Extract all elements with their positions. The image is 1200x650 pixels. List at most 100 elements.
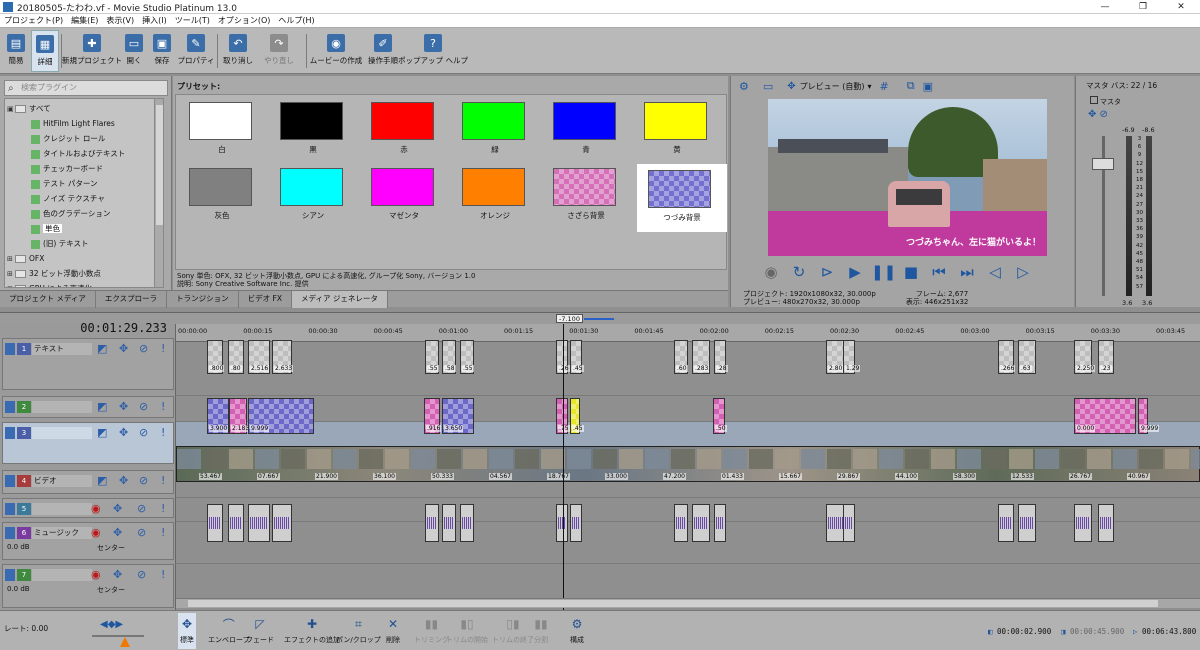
play-icon[interactable]: ▶: [843, 262, 867, 282]
track-header-4[interactable]: 4 ビデオ ◩ ✥ ⊘!: [2, 470, 174, 494]
preset-swatch[interactable]: 黒: [273, 98, 355, 158]
overlay-clip[interactable]: 9.999: [1138, 398, 1160, 434]
timeline-scrollbar[interactable]: [176, 598, 1200, 608]
audio-clip[interactable]: [1018, 504, 1036, 542]
master-fx-icon[interactable]: [1090, 96, 1098, 104]
edit-tool-trim-start[interactable]: ▮▯ トリムの開始: [446, 613, 488, 649]
preset-swatch[interactable]: 赤: [364, 98, 446, 158]
pause-icon[interactable]: ❚❚: [871, 262, 896, 282]
solo-icon[interactable]: !: [161, 503, 165, 515]
solo-icon[interactable]: !: [161, 427, 165, 439]
plugin-tree-item[interactable]: 色のグラデーション: [31, 206, 110, 221]
tab-2[interactable]: トランジション: [167, 291, 239, 308]
overlay-clip[interactable]: 3.900: [207, 398, 229, 434]
edit-tool-trim[interactable]: ▮▮ トリミング: [414, 613, 449, 649]
plugin-tree-item[interactable]: ノイズ テクスチャ: [31, 191, 105, 206]
audio-clip[interactable]: [556, 504, 568, 542]
toolbar-show-me-how-button[interactable]: ✐ 操作手順: [366, 30, 400, 72]
track-fx-icon[interactable]: ✥: [119, 343, 128, 355]
overlay-clip[interactable]: .45: [570, 398, 584, 434]
text-clip[interactable]: .266: [998, 340, 1016, 374]
timeline[interactable]: 00:00:00 00:00:15 00:00:30 00:00:45 00:01:00…: [176, 324, 1200, 614]
preset-swatch[interactable]: 青: [546, 98, 628, 158]
text-clip[interactable]: .283: [692, 340, 710, 374]
preset-swatch[interactable]: 黄: [637, 98, 719, 158]
preset-swatch[interactable]: さざら背景: [546, 164, 628, 224]
audio-clip[interactable]: [425, 504, 439, 542]
plugin-tree-item[interactable]: クレジット ロール: [31, 131, 105, 146]
loop-playback-icon[interactable]: ↻: [787, 262, 811, 282]
plugin-tree-item[interactable]: (旧) テキスト: [31, 236, 89, 251]
text-clip[interactable]: .55: [425, 340, 439, 374]
preview-fx-icon[interactable]: ✥: [787, 81, 795, 92]
tab-1[interactable]: エクスプローラ: [96, 291, 168, 308]
track-fx-icon[interactable]: ✥: [113, 569, 122, 581]
plugin-tree-item[interactable]: チェッカーボード: [31, 161, 103, 176]
master-fader-handle[interactable]: [1092, 158, 1114, 170]
track-header-2[interactable]: 2 ◩ ✥ ⊘!: [2, 396, 174, 418]
toolbar-open-folder-button[interactable]: ▭ 開く: [122, 30, 146, 72]
track-name[interactable]: ミュージック: [32, 527, 92, 539]
mute-icon[interactable]: ⊘: [137, 503, 146, 515]
audio-clip[interactable]: [460, 504, 474, 542]
preset-swatch[interactable]: マゼンタ: [364, 164, 446, 224]
overlay-clip[interactable]: 9.999: [248, 398, 314, 434]
track-collapse-icon[interactable]: [5, 475, 15, 487]
record-arm-icon[interactable]: ◉: [91, 569, 101, 581]
edit-tool-normal-edit[interactable]: ✥ 標準: [178, 613, 196, 649]
audio-clip[interactable]: [272, 504, 292, 542]
track-header-3[interactable]: 3 ◩ ✥ ⊘!: [2, 422, 174, 464]
menu-item-5[interactable]: オプション(O): [218, 15, 271, 26]
toolbar-layout-detail-button[interactable]: ▦ 詳細: [31, 30, 59, 72]
track-name[interactable]: [32, 569, 92, 581]
track-name[interactable]: [32, 401, 92, 413]
stop-icon[interactable]: ■: [899, 262, 923, 282]
chevron-down-icon[interactable]: ▾: [867, 82, 871, 91]
mute-icon[interactable]: ⊘: [139, 343, 148, 355]
track-motion-icon[interactable]: ◩: [97, 475, 107, 487]
track-name[interactable]: [32, 427, 92, 439]
track-header-1[interactable]: 1 テキスト ◩ ✥ ⊘!: [2, 338, 174, 390]
toolbar-undo-button[interactable]: ↶ 取り消し: [221, 30, 255, 72]
expand-toggle-icon[interactable]: ▣: [7, 102, 15, 117]
overlay-clip[interactable]: .916: [424, 398, 442, 434]
edit-tool-trim-end[interactable]: ▯▮ トリムの終了: [492, 613, 534, 649]
menu-item-0[interactable]: プロジェクト(P): [4, 15, 63, 26]
text-clip[interactable]: 2.516: [248, 340, 270, 374]
plugin-tree-item[interactable]: ▣ すべて: [7, 101, 51, 116]
overlay-clip[interactable]: 2.183: [229, 398, 251, 434]
text-clip[interactable]: .800: [207, 340, 225, 374]
copy-snapshot-icon[interactable]: ⧉: [907, 79, 915, 93]
plugin-tree-item[interactable]: ⊞ 32 ビット浮動小数点: [7, 266, 101, 281]
audio-clip[interactable]: [692, 504, 710, 542]
audio-clip[interactable]: [248, 504, 270, 542]
audio-clip[interactable]: [570, 504, 582, 542]
track-collapse-icon[interactable]: [5, 401, 15, 413]
track-motion-icon[interactable]: ◩: [97, 401, 107, 413]
track-name[interactable]: [32, 503, 92, 515]
text-clip[interactable]: .55: [460, 340, 474, 374]
menu-item-1[interactable]: 編集(E): [71, 15, 98, 26]
edit-tool-pan-crop[interactable]: ⌗ パン/クロップ: [336, 613, 381, 649]
edit-tool-settings-gear[interactable]: ⚙ 構成: [568, 613, 586, 649]
audio-clip[interactable]: [207, 504, 223, 542]
toolbar-popup-help-button[interactable]: ? ポップアップ ヘルプ: [398, 30, 468, 72]
plugin-tree-item[interactable]: 単色: [31, 221, 62, 236]
text-clip[interactable]: .60: [674, 340, 688, 374]
track-motion-icon[interactable]: ◩: [97, 427, 107, 439]
track-fx-icon[interactable]: ✥: [119, 475, 128, 487]
tab-4[interactable]: メディア ジェネレータ: [291, 291, 388, 308]
menu-item-3[interactable]: 挿入(I): [142, 15, 167, 26]
track-lane-2[interactable]: [176, 396, 1200, 422]
close-button[interactable]: ✕: [1162, 0, 1200, 14]
go-to-start-icon[interactable]: ⏮: [927, 262, 951, 282]
overlay-clip[interactable]: 0.000: [1074, 398, 1136, 434]
preview-properties-icon[interactable]: ⚙: [739, 80, 749, 93]
toolbar-properties-button[interactable]: ✎ プロパティ: [177, 30, 215, 72]
maximize-button[interactable]: ❐: [1124, 0, 1162, 14]
solo-icon[interactable]: !: [161, 343, 165, 355]
record-arm-icon[interactable]: ◉: [91, 527, 101, 539]
track-name[interactable]: テキスト: [32, 343, 92, 355]
solo-icon[interactable]: !: [161, 527, 165, 539]
preview-quality-dropdown[interactable]: プレビュー (自動): [800, 81, 865, 92]
